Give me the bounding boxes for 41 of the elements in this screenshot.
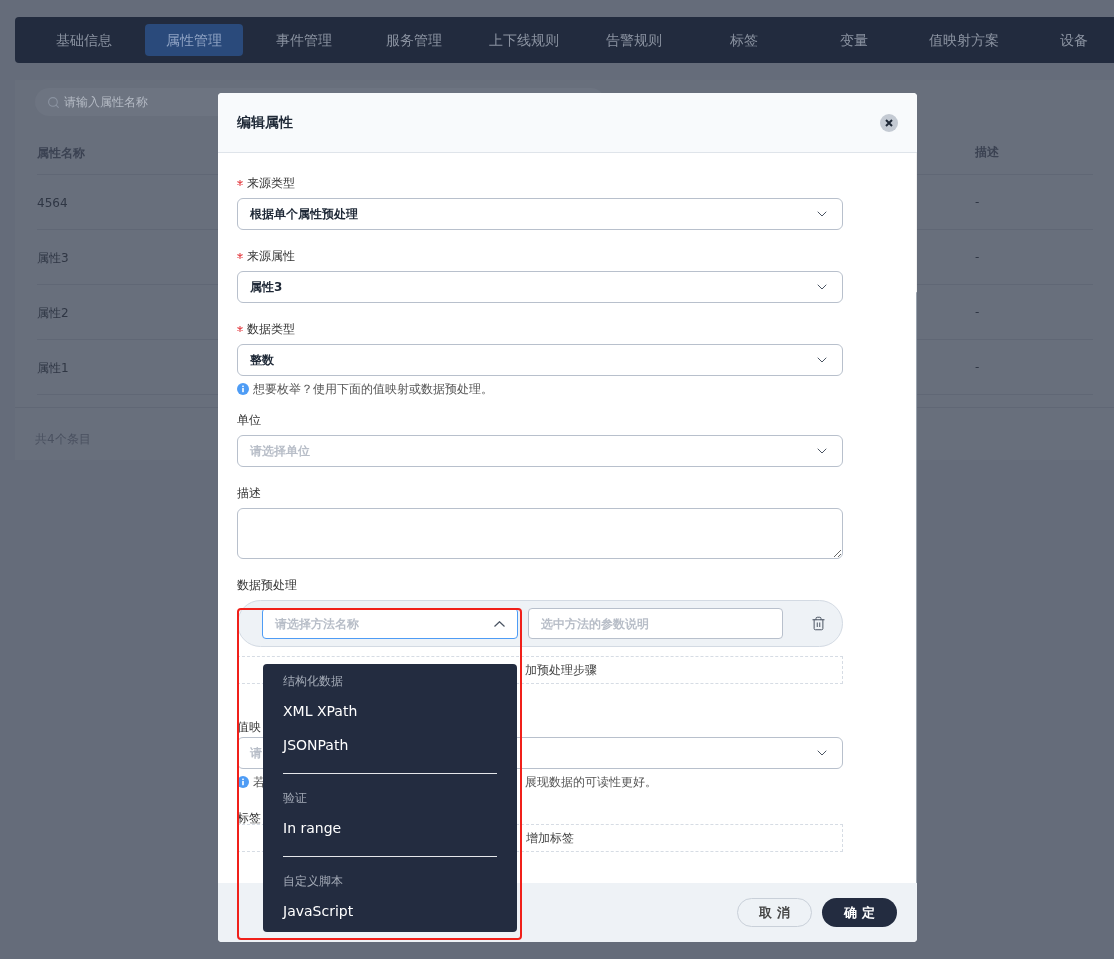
field-label: 单位: [237, 412, 261, 429]
close-icon[interactable]: [880, 113, 898, 132]
info-icon: [237, 776, 249, 788]
menu-group-title: 自定义脚本: [283, 873, 344, 890]
hint-text: 展现数据的可读性更好。: [525, 774, 657, 791]
table-cell: 4564: [37, 196, 68, 210]
nav-tab[interactable]: 事件管理: [255, 24, 353, 56]
nav-tab[interactable]: 告警规则: [585, 24, 683, 56]
field-label: 来源类型: [247, 175, 295, 192]
nav-tab[interactable]: 上下线规则: [475, 24, 573, 56]
nav-tab[interactable]: 设备: [1025, 24, 1114, 56]
table-cell-text: -: [975, 304, 980, 321]
field-label: 数据类型: [247, 321, 295, 338]
search-icon: [47, 95, 60, 109]
description-field[interactable]: [237, 508, 843, 559]
table-cell-text: -: [975, 249, 980, 266]
nav-tab[interactable]: 值映射方案: [915, 24, 1013, 56]
field-label: 来源属性: [247, 248, 295, 265]
nav-tab[interactable]: 变量: [805, 24, 903, 56]
nav-tab[interactable]: 标签: [695, 24, 793, 56]
dialog-title: 编辑属性: [237, 113, 293, 132]
hint-text: 想要枚举？使用下面的值映射或数据预处理。: [253, 381, 493, 398]
table-cell-text: -: [975, 194, 980, 211]
delete-icon[interactable]: [811, 616, 826, 631]
nav-tab[interactable]: 属性管理: [145, 24, 243, 56]
menu-option[interactable]: XML XPath: [283, 694, 497, 728]
select-field[interactable]: 根据单个属性预处理: [237, 198, 843, 230]
menu-option[interactable]: JavaScript: [283, 894, 497, 928]
nav-tab[interactable]: 基础信息: [35, 24, 133, 56]
select-field[interactable]: 属性3: [237, 271, 843, 303]
menu-group-title: 验证: [283, 790, 308, 807]
confirm-button[interactable]: 确 定: [822, 898, 897, 927]
cancel-button[interactable]: 取 消: [737, 898, 812, 927]
table-cell-text: -: [975, 359, 980, 376]
hint-text: 若: [253, 774, 265, 791]
nav-tab[interactable]: 服务管理: [365, 24, 463, 56]
field-label: 描述: [237, 485, 261, 502]
select-field[interactable]: 整数: [237, 344, 843, 376]
field-label: 数据预处理: [237, 577, 297, 594]
chevron-up-icon: [494, 620, 505, 627]
info-icon: [237, 383, 249, 395]
